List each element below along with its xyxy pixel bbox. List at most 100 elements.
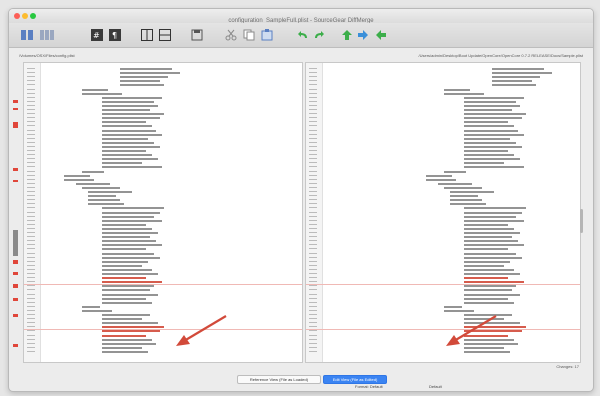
edit-view-button[interactable]: Edit View (File as Edited)	[323, 375, 387, 384]
code-line[interactable]	[82, 92, 122, 95]
code-line[interactable]	[464, 301, 514, 304]
code-line[interactable]	[492, 76, 540, 79]
code-line[interactable]	[464, 154, 514, 157]
code-line[interactable]	[102, 297, 146, 300]
code-line[interactable]	[464, 227, 514, 230]
code-line[interactable]	[102, 277, 146, 280]
code-line[interactable]	[464, 215, 516, 218]
code-line[interactable]	[102, 252, 154, 255]
overview-diff-marker[interactable]	[13, 100, 18, 103]
code-line[interactable]	[464, 137, 510, 140]
code-line[interactable]	[464, 223, 508, 226]
code-line[interactable]	[102, 240, 156, 243]
code-line[interactable]	[464, 248, 508, 251]
code-line[interactable]	[464, 273, 520, 275]
code-line[interactable]	[102, 223, 146, 226]
code-line[interactable]	[64, 178, 94, 181]
code-line[interactable]	[464, 96, 524, 99]
code-line[interactable]	[464, 260, 510, 263]
code-line[interactable]	[102, 248, 146, 251]
overview-diff-marker[interactable]	[13, 260, 18, 264]
code-line[interactable]	[444, 92, 484, 95]
code-line[interactable]	[76, 182, 110, 185]
paste-button[interactable]	[259, 27, 275, 43]
diff-overview-strip[interactable]	[10, 62, 22, 361]
code-line[interactable]	[102, 96, 162, 99]
code-line[interactable]	[492, 72, 552, 75]
code-line[interactable]	[464, 232, 520, 234]
code-line[interactable]	[102, 318, 142, 321]
previous-change-button[interactable]	[339, 27, 355, 43]
code-line[interactable]	[464, 145, 522, 148]
code-line[interactable]	[102, 322, 158, 325]
view-two-way-button[interactable]	[18, 27, 36, 43]
code-line[interactable]	[444, 88, 470, 91]
code-line[interactable]	[444, 309, 474, 312]
code-line[interactable]	[464, 109, 512, 111]
overview-diff-marker[interactable]	[13, 344, 18, 347]
code-line[interactable]	[102, 145, 160, 148]
code-line[interactable]	[82, 170, 104, 173]
next-change-button[interactable]	[355, 27, 371, 43]
code-line[interactable]	[438, 182, 472, 185]
code-line[interactable]	[120, 72, 180, 75]
code-line[interactable]	[120, 84, 164, 87]
code-line[interactable]	[120, 80, 160, 83]
code-line[interactable]	[450, 191, 494, 193]
vertical-scrollbar[interactable]	[580, 209, 583, 233]
code-line[interactable]	[102, 334, 146, 337]
code-line[interactable]	[102, 256, 160, 259]
code-line[interactable]	[464, 162, 504, 165]
code-line[interactable]	[88, 199, 120, 202]
code-line[interactable]	[102, 141, 154, 144]
overview-diff-marker[interactable]	[13, 284, 18, 288]
code-line[interactable]	[102, 350, 148, 353]
overview-diff-marker[interactable]	[13, 298, 18, 301]
code-line[interactable]	[464, 121, 508, 124]
code-line[interactable]	[102, 260, 148, 263]
code-line[interactable]	[102, 113, 164, 116]
code-line[interactable]	[102, 207, 164, 210]
overview-diff-marker[interactable]	[13, 108, 18, 110]
code-line[interactable]	[120, 68, 172, 70]
code-line[interactable]	[450, 199, 482, 202]
code-line[interactable]	[102, 273, 158, 275]
copy-change-button[interactable]	[373, 27, 389, 43]
code-line[interactable]	[492, 80, 532, 83]
code-line[interactable]	[102, 162, 142, 165]
overview-diff-marker[interactable]	[13, 272, 18, 275]
code-line[interactable]	[464, 117, 522, 120]
code-line[interactable]	[82, 305, 100, 308]
code-line[interactable]	[464, 150, 508, 152]
code-line[interactable]	[464, 141, 516, 144]
code-line[interactable]	[102, 137, 148, 140]
code-line[interactable]	[464, 219, 524, 222]
code-line[interactable]	[492, 84, 536, 87]
code-line[interactable]	[464, 289, 512, 292]
code-line[interactable]	[88, 191, 132, 193]
code-line[interactable]	[464, 285, 516, 288]
overview-diff-marker[interactable]	[13, 122, 18, 128]
code-line[interactable]	[464, 236, 512, 239]
code-line[interactable]	[102, 166, 162, 169]
code-line[interactable]	[102, 125, 152, 128]
code-line[interactable]	[82, 186, 120, 189]
code-line[interactable]	[102, 346, 142, 349]
code-line[interactable]	[102, 293, 158, 296]
code-line[interactable]	[464, 268, 514, 271]
code-line[interactable]	[64, 174, 90, 177]
code-line[interactable]	[102, 121, 146, 124]
cut-button[interactable]	[223, 27, 239, 43]
code-line[interactable]	[464, 277, 508, 280]
code-line[interactable]	[102, 219, 162, 222]
right-file-pane[interactable]	[305, 62, 581, 363]
code-line[interactable]	[464, 104, 520, 107]
code-line[interactable]	[82, 88, 108, 91]
code-line[interactable]	[464, 207, 526, 210]
code-line[interactable]	[464, 256, 522, 259]
code-line[interactable]	[82, 309, 112, 312]
show-line-numbers-button[interactable]: #	[89, 27, 105, 43]
code-line[interactable]	[464, 240, 518, 243]
reference-view-button[interactable]: Reference View (File as Loaded)	[237, 375, 321, 384]
code-line[interactable]	[464, 133, 524, 136]
